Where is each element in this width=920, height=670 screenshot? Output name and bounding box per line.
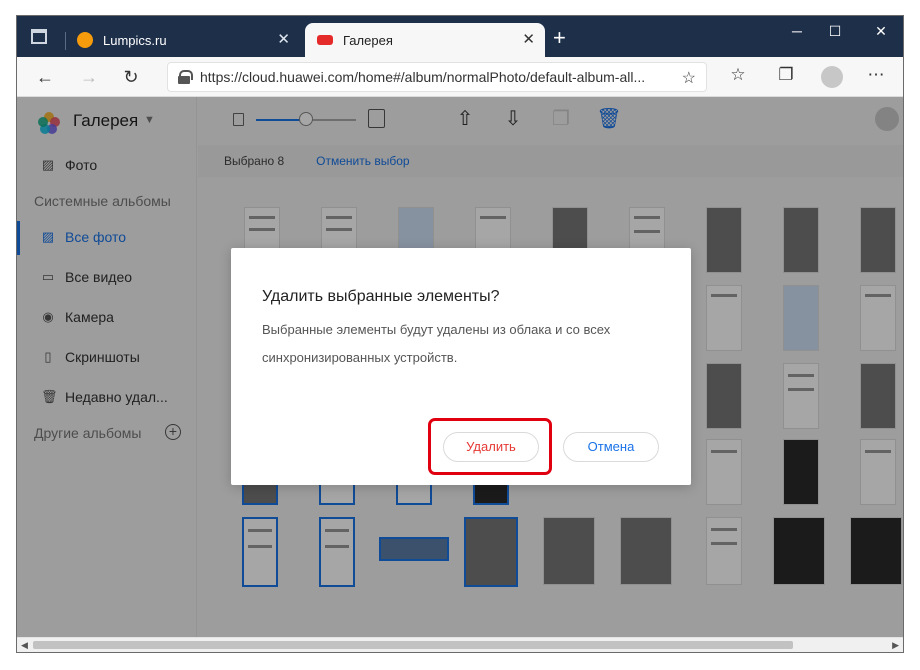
browser-window: Lumpics.ru ✕ Галерея ✕ + ─ ☐ ✕ ← → ↻ htt… xyxy=(16,15,904,653)
window-close-icon[interactable]: ✕ xyxy=(871,23,891,40)
title-bar: Lumpics.ru ✕ Галерея ✕ + ─ ☐ ✕ xyxy=(17,16,903,57)
lock-icon xyxy=(178,70,193,84)
tab-lumpics[interactable]: Lumpics.ru ✕ xyxy=(65,23,300,57)
address-bar[interactable]: https://cloud.huawei.com/home#/album/nor… xyxy=(167,62,707,92)
delete-confirm-dialog: Удалить выбранные элементы? Выбранные эл… xyxy=(231,248,691,485)
collections-icon[interactable]: ❐ xyxy=(775,65,797,85)
profile-avatar[interactable] xyxy=(821,66,843,88)
url-text: https://cloud.huawei.com/home#/album/nor… xyxy=(200,69,646,85)
maximize-icon[interactable]: ☐ xyxy=(825,23,845,40)
close-icon[interactable]: ✕ xyxy=(522,32,535,47)
forward-icon[interactable]: → xyxy=(79,67,99,87)
cancel-button[interactable]: Отмена xyxy=(563,432,659,462)
tab-label: Галерея xyxy=(343,32,393,48)
tab-gallery[interactable]: Галерея ✕ xyxy=(305,23,545,57)
browser-toolbar: ← → ↻ https://cloud.huawei.com/home#/alb… xyxy=(17,57,903,97)
horizontal-scrollbar[interactable]: ◀ ▶ xyxy=(17,637,903,652)
scroll-left-icon[interactable]: ◀ xyxy=(21,640,28,651)
tab-actions-icon[interactable] xyxy=(31,29,47,44)
close-icon[interactable]: ✕ xyxy=(277,32,290,47)
more-icon[interactable]: ⋯ xyxy=(865,65,887,85)
new-tab-icon[interactable]: + xyxy=(553,27,566,49)
huawei-favicon-icon xyxy=(317,35,333,45)
annotation-highlight xyxy=(428,418,552,475)
minimize-icon[interactable]: ─ xyxy=(787,23,807,39)
scrollbar-thumb[interactable] xyxy=(33,641,793,649)
back-icon[interactable]: ← xyxy=(35,67,55,87)
lumpics-favicon-icon xyxy=(77,32,93,48)
favorites-icon[interactable]: ☆ xyxy=(727,65,749,85)
tab-label: Lumpics.ru xyxy=(103,32,167,48)
dialog-message: Выбранные элементы будут удалены из обла… xyxy=(262,322,611,365)
add-favorite-icon[interactable]: ☆ xyxy=(682,68,696,88)
scroll-right-icon[interactable]: ▶ xyxy=(892,640,899,651)
dialog-title: Удалить выбранные элементы? xyxy=(262,288,500,305)
reload-icon[interactable]: ↻ xyxy=(121,67,141,87)
